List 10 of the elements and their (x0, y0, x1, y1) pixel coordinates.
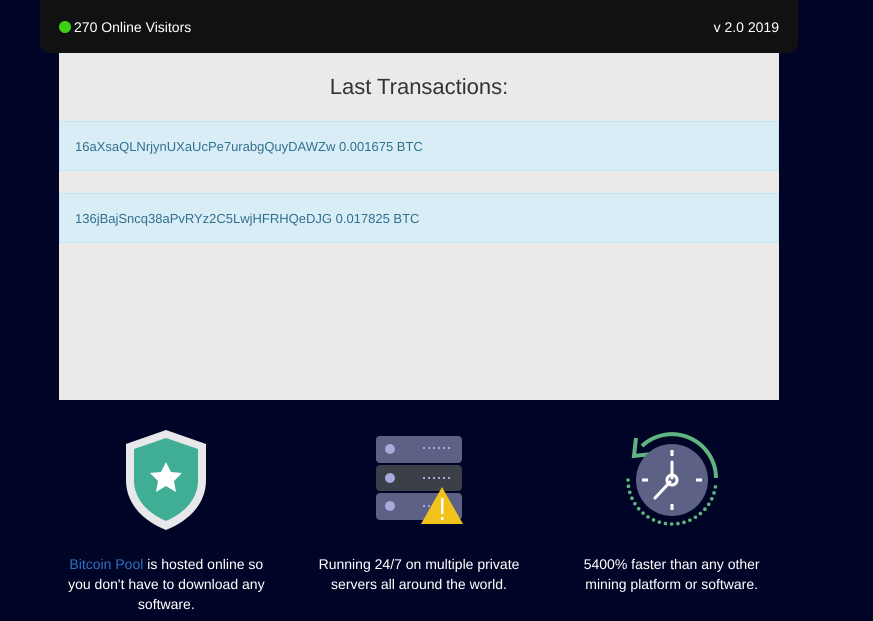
transaction-row: 136jBajSncq38aPvRYz2C5LwjHFRHQeDJG 0.017825 BTC (59, 193, 779, 243)
feature-text: Bitcoin Pool is hosted online so you don't have to download any software. (67, 555, 266, 614)
feature-text: Running 24/7 on multiple private servers all around the world. (318, 555, 520, 594)
panel-title: Last Transactions: (328, 73, 510, 101)
version-label: v 2.0 2019 (714, 18, 779, 34)
visitor-count: 270 Online Visitors (74, 18, 192, 34)
feature-text: 5400% faster than any other mining platform or software. (582, 555, 761, 594)
link[interactable]: Bitcoin Pool (69, 556, 144, 572)
shield-star-icon (124, 428, 208, 532)
transaction-row: 16aXsaQLNrjynUXaUcPe7urabgQuyDAWZw 0.001675 BTC (59, 121, 779, 171)
